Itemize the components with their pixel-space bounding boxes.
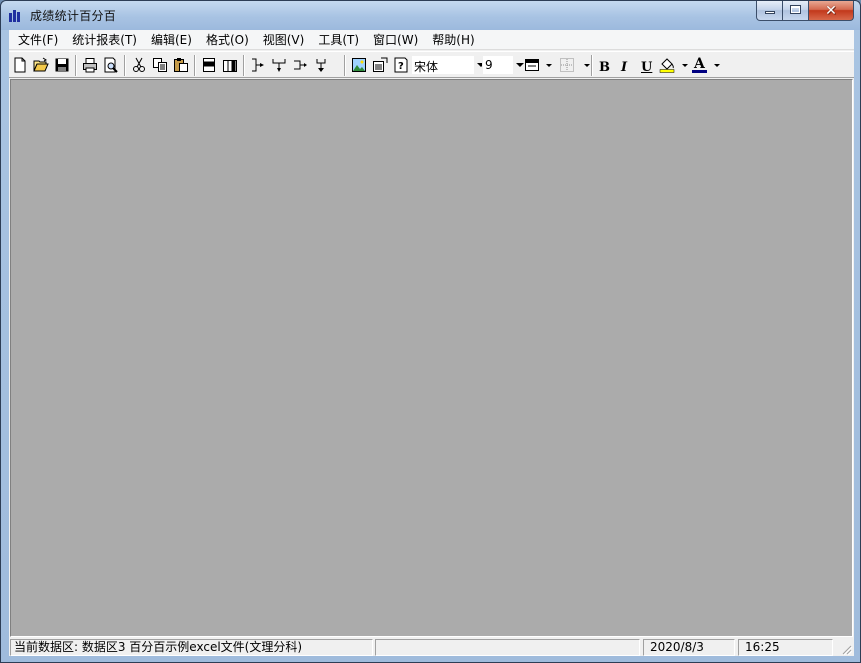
fill-color-button[interactable] [657,55,677,75]
toolbar-separator [591,55,593,76]
menu-bar: 文件(F) 统计报表(T) 编辑(E) 格式(O) 视图(V) 工具(T) 窗口… [9,30,854,50]
bold-icon: B [599,60,610,75]
font-color-dropdown-icon[interactable] [714,64,720,67]
save-icon [55,58,69,72]
cut-button[interactable] [129,55,149,75]
tree-right-icon [294,60,307,70]
menu-tools[interactable]: 工具(T) [311,31,366,49]
bold-button[interactable]: B [594,55,614,75]
font-size-value: 9 [485,58,493,72]
menu-window[interactable]: 窗口(W) [366,31,425,49]
maximize-button[interactable] [783,1,809,21]
border-style-dropdown-icon[interactable] [546,64,552,67]
menu-help[interactable]: 帮助(H) [425,31,481,49]
tree-down-icon [272,59,286,72]
new-button[interactable] [10,55,30,75]
properties-button[interactable] [370,55,390,75]
help-button[interactable]: ? [391,55,411,75]
paint-bucket-icon [659,58,675,73]
toolbar-separator [75,55,77,76]
properties-icon [373,57,388,72]
resize-grip-icon[interactable] [840,643,853,656]
caption-buttons: ✕ [756,1,854,21]
merge-down-button[interactable] [269,55,289,75]
new-file-icon [14,57,26,73]
merge-left-button[interactable] [248,55,268,75]
copy-button[interactable] [150,55,170,75]
insert-row-icon [203,58,215,72]
copy-icon [153,58,167,72]
status-bar: 当前数据区: 数据区3 百分百示例excel文件(文理分科) 2020/8/3 … [9,637,854,656]
svg-text:?: ? [398,61,404,72]
menu-format[interactable]: 格式(O) [199,31,256,49]
window-title: 成绩统计百分百 [30,9,117,23]
insert-picture-button[interactable] [349,55,369,75]
font-name-combo[interactable]: 宋体 [411,55,489,75]
border-style-button[interactable] [522,55,542,75]
mdi-workspace[interactable] [10,79,853,637]
grid-border-dropdown-icon[interactable] [584,64,590,67]
scissors-icon [133,57,145,72]
client-area: 文件(F) 统计报表(T) 编辑(E) 格式(O) 视图(V) 工具(T) 窗口… [9,30,854,656]
picture-icon [352,58,366,72]
print-button[interactable] [80,55,100,75]
status-empty-pane [375,639,640,656]
grid-border-button[interactable] [557,55,577,75]
underline-button[interactable]: U [636,55,656,75]
arrow-down-tree-icon [316,59,326,72]
font-color-button[interactable]: A [690,55,710,75]
fill-color-dropdown-icon[interactable] [682,64,688,67]
menu-edit[interactable]: 编辑(E) [144,31,199,49]
app-icon[interactable] [9,10,23,22]
save-button[interactable] [52,55,72,75]
open-button[interactable] [31,55,51,75]
status-current-data: 当前数据区: 数据区3 百分百示例excel文件(文理分科) [10,639,373,656]
underline-icon: U [641,60,653,75]
print-preview-icon [104,57,118,73]
border-style-icon [525,59,539,71]
italic-icon: I [621,60,628,75]
insert-column-button[interactable] [220,55,240,75]
close-button[interactable]: ✕ [809,1,854,21]
toolbar: ? 宋体 9 B I U A [9,51,854,78]
menu-view[interactable]: 视图(V) [256,31,312,49]
tree-left-icon [252,58,264,72]
split-right-button[interactable] [290,55,310,75]
paste-icon [174,58,188,72]
font-name-value: 宋体 [414,60,439,74]
maximize-icon [790,5,801,14]
insert-row-button[interactable] [199,55,219,75]
minimize-icon [765,11,775,14]
italic-button[interactable]: I [615,55,635,75]
open-folder-icon [33,57,49,72]
print-preview-button[interactable] [101,55,121,75]
toolbar-separator [194,55,196,76]
menu-file[interactable]: 文件(F) [11,31,65,49]
toolbar-separator [124,55,126,76]
grid-border-icon [560,58,574,72]
menu-stat-report[interactable]: 统计报表(T) [65,31,144,49]
close-icon: ✕ [825,3,837,19]
toolbar-separator [243,55,245,76]
toolbar-separator [344,55,346,76]
printer-icon [83,58,97,73]
help-question-icon: ? [394,57,408,73]
paste-button[interactable] [171,55,191,75]
title-bar[interactable]: 成绩统计百分百 ✕ [1,1,860,30]
minimize-button[interactable] [756,1,783,21]
status-date: 2020/8/3 [643,639,735,656]
insert-column-icon [223,60,237,72]
split-down-button[interactable] [311,55,331,75]
font-color-bar [692,70,707,73]
app-window: 成绩统计百分百 ✕ 文件(F) 统计报表(T) 编辑(E) 格式(O) 视图(V… [0,0,861,663]
status-time: 16:25 [738,639,833,656]
